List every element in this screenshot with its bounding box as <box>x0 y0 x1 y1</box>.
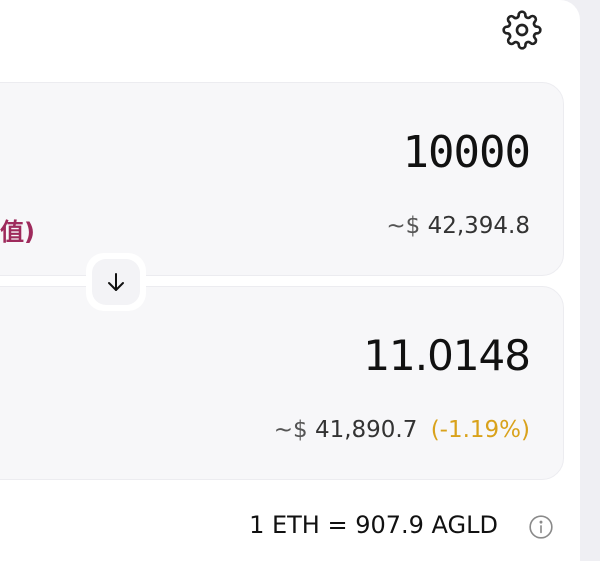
settings-button[interactable] <box>500 8 544 52</box>
from-fiat-amount: 42,394.8 <box>427 213 530 239</box>
from-max-label[interactable]: 值) <box>0 212 35 247</box>
from-token-card: 10000 ~$ 42,394.8 <box>0 82 564 276</box>
price-impact: (-1.19%) <box>430 417 530 443</box>
to-fiat-amount: 41,890.7 <box>314 417 418 443</box>
info-icon <box>529 515 553 539</box>
swap-direction-wrapper <box>86 253 146 311</box>
rate-info-button[interactable] <box>528 514 554 540</box>
to-fiat-prefix: ~$ <box>273 417 308 443</box>
to-fiat-value: ~$ 41,890.7 (-1.19%) <box>274 417 530 443</box>
swap-panel: 10000 ~$ 42,394.8 值) 11.0148 ~$ 41,890.7… <box>0 0 580 561</box>
from-fiat-value: ~$ 42,394.8 <box>386 213 530 239</box>
from-amount-input[interactable]: 10000 <box>403 127 531 178</box>
swap-direction-button[interactable] <box>92 259 140 305</box>
arrow-down-icon <box>108 273 124 291</box>
from-fiat-prefix: ~$ <box>386 213 421 239</box>
gear-icon <box>502 10 542 50</box>
to-amount-output: 11.0148 <box>363 331 531 380</box>
exchange-rate: 1 ETH = 907.9 AGLD <box>249 511 498 539</box>
to-token-card: 11.0148 ~$ 41,890.7 (-1.19%) <box>0 286 564 480</box>
